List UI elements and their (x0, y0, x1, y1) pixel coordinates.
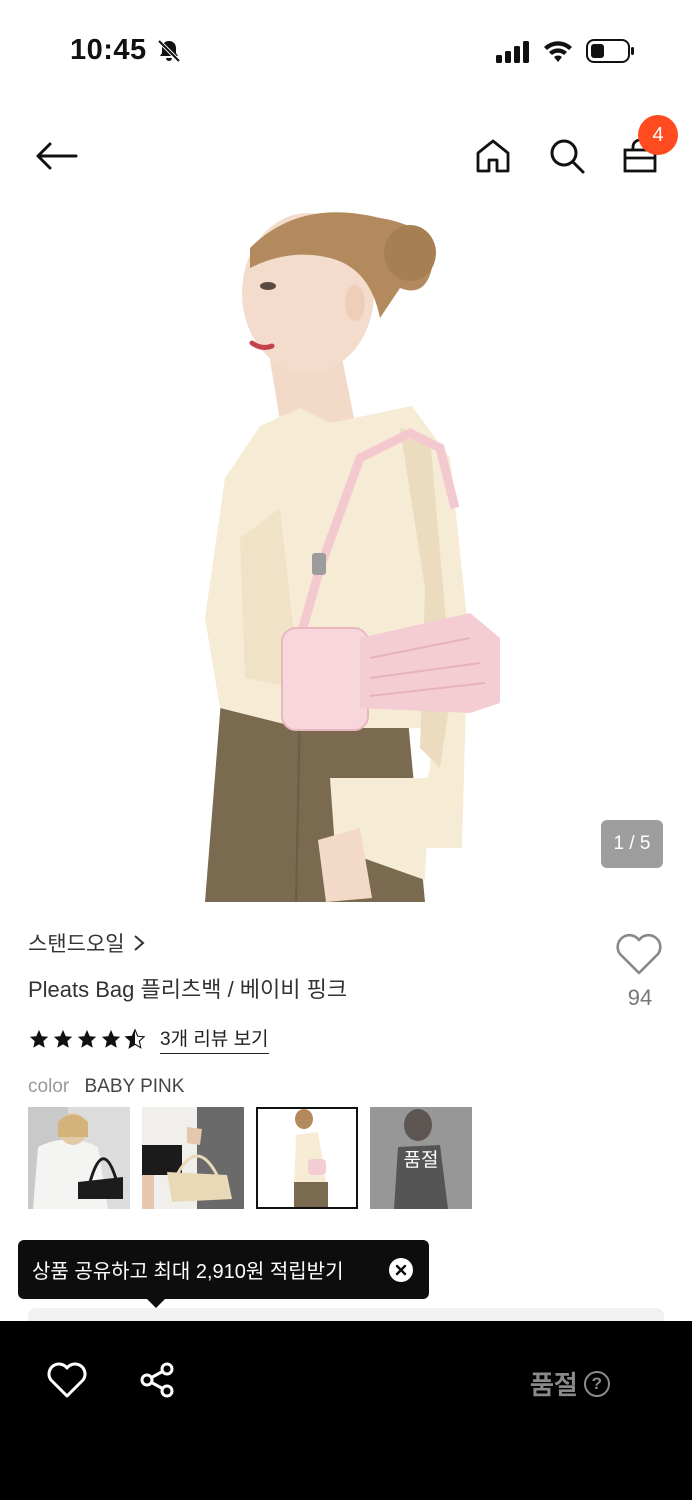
product-image-carousel[interactable]: 1 / 5 (0, 208, 692, 902)
thumbnail-beige-bag[interactable] (142, 1107, 244, 1209)
rating-row: 3개 리뷰 보기 (28, 1024, 269, 1054)
product-title: Pleats Bag 플리츠백 / 베이비 핑크 (28, 977, 348, 1002)
brand-link[interactable]: 스탠드오일 (28, 928, 145, 958)
sold-out-button[interactable]: 품절 ? (530, 1365, 610, 1402)
tooltip-arrow (146, 1298, 166, 1308)
arrow-left-icon (36, 142, 78, 170)
brand-name: 스탠드오일 (28, 933, 125, 956)
share-reward-tooltip: 상품 공유하고 최대 2,910원 적립받기 (18, 1240, 429, 1299)
color-row: color BABY PINK (28, 1076, 184, 1098)
sold-out-label: 품절 (370, 1107, 472, 1209)
color-label: color (28, 1076, 70, 1097)
thumbnail-sold-out[interactable]: 품절 (370, 1107, 472, 1209)
thumbnail-image (256, 1107, 358, 1209)
star-icon (101, 1029, 121, 1048)
thumbnail-image (142, 1107, 244, 1209)
top-navigation (0, 110, 692, 206)
tooltip-text: 상품 공유하고 최대 2,910원 적립받기 (32, 1261, 344, 1283)
tooltip-close-button[interactable] (389, 1258, 413, 1282)
star-icon (77, 1029, 97, 1048)
half-star-icon (124, 1028, 146, 1049)
thumbnail-image (28, 1107, 130, 1209)
search-button[interactable] (539, 128, 595, 184)
status-bar: 10:45 (0, 0, 692, 100)
share-icon[interactable] (138, 1361, 176, 1399)
home-icon (476, 139, 510, 173)
thumbnail-pink-bag[interactable] (256, 1107, 358, 1209)
color-value: BABY PINK (84, 1076, 185, 1097)
silent-bell-icon (157, 39, 181, 63)
chevron-right-icon (133, 935, 145, 951)
cart-count-badge: 4 (638, 115, 678, 155)
color-thumbnails: 품절 (28, 1107, 472, 1209)
review-link[interactable]: 3개 리뷰 보기 (160, 1024, 269, 1054)
sold-out-status: 품절 (530, 1370, 578, 1400)
product-photo (205, 212, 500, 902)
cellular-signal-icon (496, 41, 529, 63)
wish-count: 94 (627, 985, 653, 1010)
star-rating (28, 1028, 146, 1050)
status-time: 10:45 (70, 34, 147, 66)
battery-icon (586, 39, 634, 63)
star-icon (29, 1029, 49, 1048)
back-button[interactable] (28, 128, 84, 184)
bottom-action-bar: 품절 ? (0, 1321, 692, 1500)
section-divider (28, 1308, 664, 1322)
image-counter: 1 / 5 (601, 820, 663, 868)
close-icon (395, 1264, 407, 1276)
wifi-icon (544, 41, 572, 62)
search-icon (550, 139, 585, 174)
like-heart-icon[interactable] (46, 1361, 88, 1399)
home-button[interactable] (465, 128, 521, 184)
help-question-icon[interactable]: ? (583, 1370, 610, 1397)
thumbnail-black-bag[interactable] (28, 1107, 130, 1209)
star-icon (53, 1029, 73, 1048)
wishlist-heart-icon[interactable] (614, 932, 664, 976)
